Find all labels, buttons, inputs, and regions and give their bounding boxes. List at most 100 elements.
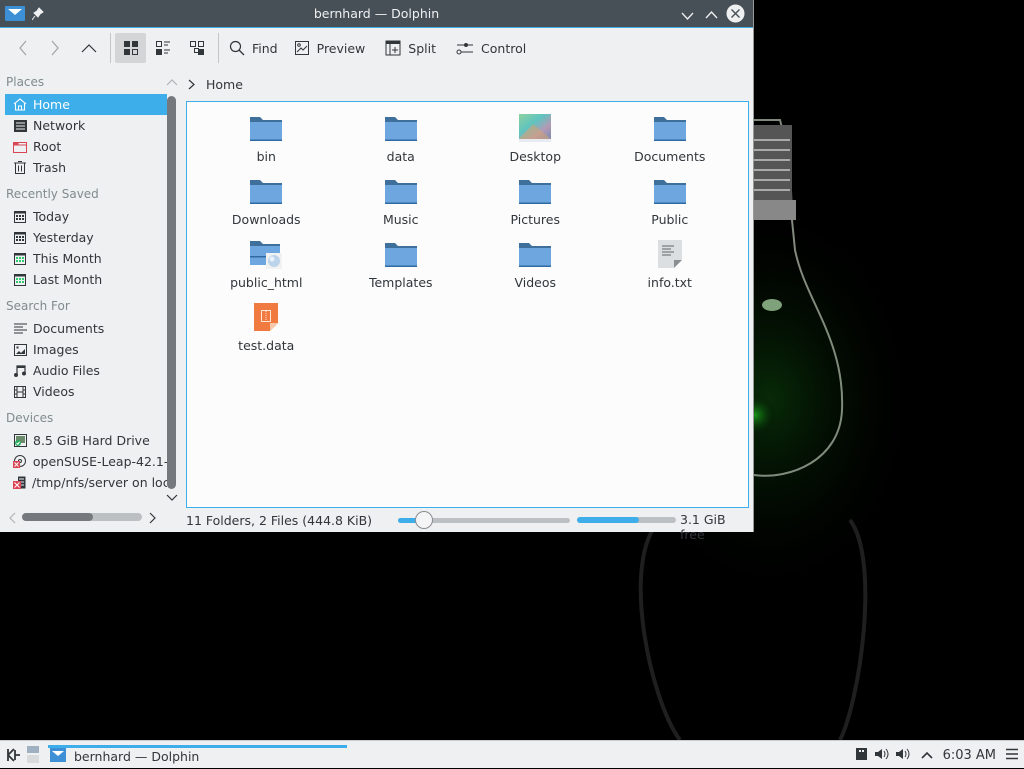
up-button[interactable] xyxy=(72,33,106,63)
preview-button[interactable]: Preview xyxy=(288,33,372,63)
file-item-videos[interactable]: Videos xyxy=(468,238,603,301)
scrollbar-thumb[interactable] xyxy=(167,96,176,489)
close-button[interactable] xyxy=(726,4,745,26)
file-item-music[interactable]: Music xyxy=(334,175,469,238)
music-icon xyxy=(13,364,27,378)
maximize-button[interactable] xyxy=(705,8,718,22)
places-vertical-scrollbar[interactable] xyxy=(167,92,177,492)
file-name: data xyxy=(386,149,415,164)
calendar-icon xyxy=(13,231,27,245)
scroll-right-arrow-icon[interactable] xyxy=(149,512,157,524)
file-item-info-txt[interactable]: info.txt xyxy=(603,238,738,301)
file-item-documents[interactable]: Documents xyxy=(603,112,738,175)
pager-icon[interactable] xyxy=(27,746,39,767)
sidebar-item-documents[interactable]: Documents xyxy=(5,318,167,339)
dolphin-window: bernhard — Dolphin Find Preview Split Co… xyxy=(0,0,754,542)
control-menu-icon xyxy=(456,43,474,55)
split-button[interactable]: Split xyxy=(379,33,442,63)
breadcrumb-home[interactable]: Home xyxy=(206,77,243,92)
back-button[interactable] xyxy=(8,33,38,63)
zoom-slider[interactable] xyxy=(398,511,570,529)
web-folder-icon xyxy=(250,238,283,270)
sidebar-item-last-month[interactable]: Last Month xyxy=(5,269,167,290)
tray-expand-chevron-icon[interactable] xyxy=(920,748,933,762)
sidebar-item-label: Audio Files xyxy=(33,363,100,378)
zoom-slider-handle[interactable] xyxy=(414,511,433,529)
sidebar-item-tmp-nfs-server-on-loca[interactable]: /tmp/nfs/server on loca xyxy=(5,472,167,493)
folder-icon xyxy=(519,175,552,207)
sidebar-item-images[interactable]: Images xyxy=(5,339,167,360)
sidebar-item-yesterday[interactable]: Yesterday xyxy=(5,227,167,248)
forward-button[interactable] xyxy=(38,33,72,63)
sidebar-item-root[interactable]: Root xyxy=(5,136,167,157)
search-icon xyxy=(229,40,245,56)
sidebar-item-network[interactable]: Network xyxy=(5,115,167,136)
compact-view-button[interactable] xyxy=(146,33,180,63)
breadcrumb-chevron-icon[interactable] xyxy=(188,79,196,90)
hscroll-thumb[interactable] xyxy=(22,513,93,521)
task-active-indicator xyxy=(48,745,347,748)
image-icon xyxy=(13,343,27,357)
file-grid: bin data Desktop Documents Downloads Mus… xyxy=(199,112,737,364)
title-bar[interactable]: bernhard — Dolphin xyxy=(0,0,753,28)
toolbar-separator xyxy=(110,33,111,63)
file-item-public[interactable]: Public xyxy=(603,175,738,238)
image-preview-icon xyxy=(294,41,309,55)
file-name: Public xyxy=(651,212,689,227)
scroll-down-arrow-icon[interactable] xyxy=(166,494,178,502)
section-header: Recently Saved xyxy=(6,187,99,201)
sidebar-item-label: 8.5 GiB Hard Drive xyxy=(33,433,150,448)
file-item-public-html[interactable]: public_html xyxy=(199,238,334,301)
file-item-bin[interactable]: bin xyxy=(199,112,334,175)
file-item-data[interactable]: data xyxy=(334,112,469,175)
sidebar-item-label: Documents xyxy=(33,321,105,336)
file-name: bin xyxy=(256,149,276,164)
file-item-downloads[interactable]: Downloads xyxy=(199,175,334,238)
scroll-up-arrow-icon[interactable] xyxy=(166,78,178,86)
sidebar-item-label: Home xyxy=(33,97,70,112)
file-view[interactable]: bin data Desktop Documents Downloads Mus… xyxy=(186,101,749,508)
home-icon xyxy=(13,98,27,112)
sidebar-item-audio-files[interactable]: Audio Files xyxy=(5,360,167,381)
application-launcher-icon[interactable] xyxy=(6,747,22,766)
main-toolbar: Find Preview Split Control xyxy=(0,28,753,68)
control-button[interactable]: Control xyxy=(450,33,532,63)
volume-icon[interactable] xyxy=(874,748,890,763)
file-item-test-data[interactable]: test.data xyxy=(199,301,334,364)
file-name: Desktop xyxy=(509,149,562,164)
back-arrow-icon xyxy=(19,40,27,56)
sidebar-item-opensuse-leap-42-1[interactable]: openSUSE-Leap-42.1- xyxy=(5,451,167,472)
network-icon xyxy=(13,119,27,133)
find-button[interactable]: Find xyxy=(223,33,284,63)
file-item-pictures[interactable]: Pictures xyxy=(468,175,603,238)
sidebar-item-videos[interactable]: Videos xyxy=(5,381,167,402)
volume-icon-secondary[interactable] xyxy=(895,748,911,763)
panel-menu-icon[interactable] xyxy=(1006,748,1018,763)
details-view-icon xyxy=(190,41,204,55)
details-view-button[interactable] xyxy=(180,33,214,63)
file-item-templates[interactable]: Templates xyxy=(334,238,469,301)
scroll-left-arrow-icon[interactable] xyxy=(8,512,16,524)
sidebar-item-trash[interactable]: Trash xyxy=(5,157,167,178)
sidebar-item-label: Images xyxy=(33,342,79,357)
folder-icon xyxy=(519,238,552,270)
places-horizontal-scrollbar[interactable] xyxy=(8,510,158,524)
preview-label: Preview xyxy=(316,40,366,56)
file-name: test.data xyxy=(238,338,295,353)
sidebar-item-today[interactable]: Today xyxy=(5,206,167,227)
sidebar-item-label: Trash xyxy=(33,160,67,175)
folder-icon xyxy=(384,175,417,207)
task-dolphin[interactable]: bernhard — Dolphin xyxy=(48,741,347,769)
sidebar-item-this-month[interactable]: This Month xyxy=(5,248,167,269)
sidebar-item-label: Network xyxy=(33,118,86,133)
sidebar-item-home[interactable]: Home xyxy=(5,94,167,115)
icons-view-button[interactable] xyxy=(115,33,146,63)
split-label: Split xyxy=(408,40,437,56)
sidebar-item-8-5-gib-hard-drive[interactable]: 8.5 GiB Hard Drive xyxy=(5,430,167,451)
file-item-desktop[interactable]: Desktop xyxy=(468,112,603,175)
task-label: bernhard — Dolphin xyxy=(74,749,200,764)
icons-view-icon xyxy=(123,41,138,55)
usb-device-icon[interactable] xyxy=(855,747,867,763)
minimize-button[interactable] xyxy=(681,9,694,23)
clock[interactable]: 6:03 AM xyxy=(943,748,996,763)
